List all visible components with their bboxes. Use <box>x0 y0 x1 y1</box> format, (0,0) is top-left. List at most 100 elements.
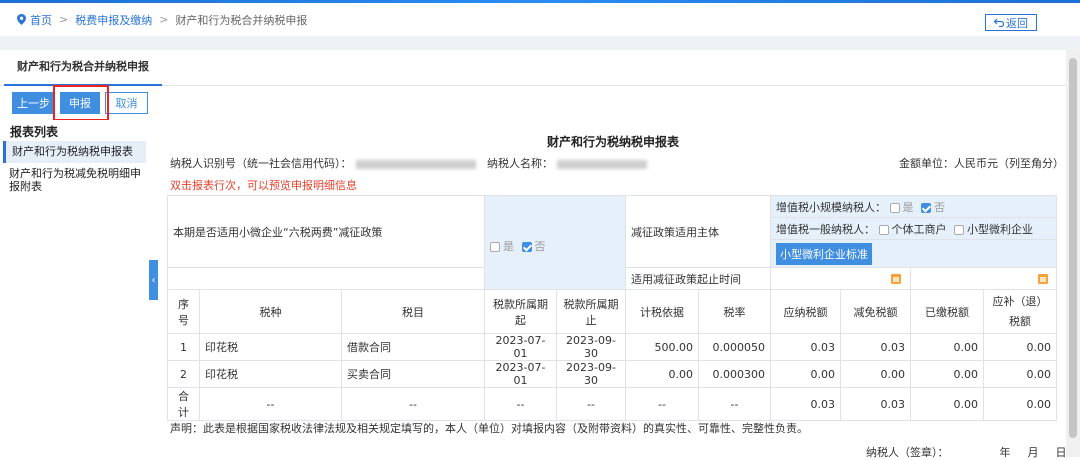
cell-tax-refund-due: 0.00 <box>983 333 1057 361</box>
sidebar-collapse-handle[interactable]: ‹ <box>149 260 158 300</box>
calendar-icon[interactable] <box>1037 274 1048 284</box>
small-micro-checkbox[interactable] <box>954 224 964 235</box>
cell-tax-paid: 0.00 <box>910 333 984 361</box>
cell-tax-payable: 0.00 <box>770 360 841 388</box>
tab-property-behavior-tax[interactable]: 财产和行为税合并纳税申报 <box>4 50 162 86</box>
breadcrumb-separator: > <box>59 13 69 26</box>
period-label-cell: 适用减征政策起止时间 <box>625 267 771 290</box>
period-spacer-cell <box>167 267 485 290</box>
small-micro-standard-button[interactable]: 小型微利企业标准 <box>776 242 872 265</box>
breadcrumb-tax-filing[interactable]: 税费申报及缴纳 <box>75 12 152 28</box>
sidebar-item-reduction-schedule[interactable]: 财产和行为税减免税明细申报附表 <box>9 167 144 193</box>
general-taxpayer-cell: 增值税一般纳税人： 个体工商户 小型微利企业 <box>770 217 1057 240</box>
sidebar-item-tax-return[interactable]: 财产和行为税纳税申报表 <box>3 141 146 163</box>
policy-no-checkbox[interactable] <box>521 242 532 252</box>
header-period-end: 税款所属期止 <box>556 289 626 334</box>
taxpayer-id-line: 纳税人识别号（统一社会信用代码）： <box>170 155 476 171</box>
table-row[interactable]: 1 印花税 借款合同 2023-07-01 2023-09-30 500.00 … <box>167 333 1057 361</box>
small-micro-label: 小型微利企业 <box>967 222 1033 236</box>
previous-step-button[interactable]: 上一步 <box>12 92 55 114</box>
header-period-start: 税款所属期起 <box>484 289 557 334</box>
location-pin-icon <box>17 14 26 25</box>
cell-total-empty: -- <box>698 387 771 421</box>
header-tax-refund-due: 应补（退）税额 <box>983 289 1057 334</box>
signature-label: 纳税人（签章）： <box>866 446 949 459</box>
policy-question-cell: 本期是否适用小微企业“六税两费”减征政策 <box>167 195 485 268</box>
report-list-sidebar: 报表列表 财产和行为税纳税申报表 财产和行为税减免税明细申报附表 <box>0 120 148 457</box>
cell-total-empty: -- <box>199 387 342 421</box>
small-scale-no-checkbox[interactable] <box>921 202 931 213</box>
signature-line: 纳税人（签章）： 年 月 日 <box>866 444 1067 460</box>
cell-total-empty: -- <box>625 387 699 421</box>
small-scale-yes-label: 是 <box>902 200 914 214</box>
individual-label: 个体工商户 <box>891 222 947 236</box>
subject-label: 减征政策适用主体 <box>631 225 719 239</box>
cell-tax-rate: 0.000050 <box>698 333 771 361</box>
tax-return-table: 本期是否适用小微企业“六税两费”减征政策 是 否 减征政策适用主体 增值税小规模… <box>167 195 1057 421</box>
total-row: 合计 -- -- -- -- -- -- 0.03 0.03 0.00 0.00 <box>167 387 1057 421</box>
period-end-cell[interactable] <box>910 267 1057 290</box>
cell-seq: 2 <box>167 360 200 388</box>
cell-total-empty: -- <box>556 387 626 421</box>
header-tax-reduction: 减免税额 <box>840 289 911 334</box>
taxpayer-name-label: 纳税人名称： <box>487 157 553 170</box>
cell-tax-payable: 0.03 <box>770 333 841 361</box>
redacted-taxpayer-id <box>355 159 476 169</box>
cell-tax-basis: 0.00 <box>625 360 699 388</box>
cell-tax-type: 印花税 <box>199 333 342 361</box>
page-gap <box>0 36 1080 50</box>
taxpayer-name-line: 纳税人名称： <box>487 155 647 171</box>
cell-total-label: 合计 <box>167 387 200 421</box>
chevron-left-icon: ‹ <box>151 274 156 286</box>
breadcrumb-home[interactable]: 首页 <box>30 12 52 28</box>
scrollbar-thumb[interactable] <box>1069 58 1077 438</box>
standard-button-cell: 小型微利企业标准 <box>770 239 1057 268</box>
back-button-label: 返回 <box>1006 16 1028 30</box>
cell-period-end: 2023-09-30 <box>556 333 626 361</box>
cell-total-reduction: 0.03 <box>840 387 911 421</box>
table-row[interactable]: 2 印花税 买卖合同 2023-07-01 2023-09-30 0.00 0.… <box>167 360 1057 388</box>
cell-tax-reduction: 0.03 <box>840 333 911 361</box>
preview-hint: 双击报表行次，可以预览申报明细信息 <box>170 179 357 192</box>
policy-no-label: 否 <box>534 240 546 253</box>
calendar-icon[interactable] <box>890 274 901 284</box>
individual-checkbox[interactable] <box>878 224 889 235</box>
policy-question: 本期是否适用小微企业“六税两费”减征政策 <box>173 225 383 239</box>
cell-tax-rate: 0.000300 <box>698 360 771 388</box>
policy-yes-checkbox[interactable] <box>490 242 500 252</box>
cell-total-paid: 0.00 <box>910 387 984 421</box>
cell-seq: 1 <box>167 333 200 361</box>
breadcrumb-current: 财产和行为税合并纳税申报 <box>175 13 308 27</box>
general-taxpayer-label: 增值税一般纳税人： <box>776 222 875 236</box>
report-list-title: 报表列表 <box>10 125 59 139</box>
form-title: 财产和行为税纳税申报表 <box>546 135 679 149</box>
header-tax-type: 税种 <box>199 289 342 334</box>
cell-period-end: 2023-09-30 <box>556 360 626 388</box>
period-start-cell[interactable] <box>770 267 911 290</box>
small-scale-label: 增值税小规模纳税人： <box>776 200 886 214</box>
cancel-button[interactable]: 取消 <box>105 92 148 114</box>
cell-tax-reduction: 0.00 <box>840 360 911 388</box>
cell-total-empty: -- <box>484 387 557 421</box>
taxpayer-id-label: 纳税人识别号（统一社会信用代码）： <box>170 157 352 170</box>
small-scale-cell: 增值税小规模纳税人： 是 否 <box>770 195 1057 218</box>
header-tax-rate: 税率 <box>698 289 771 334</box>
form-content: 财产和行为税纳税申报表 纳税人识别号（统一社会信用代码）： 纳税人名称： 金额单… <box>160 120 1067 460</box>
signature-year: 年 <box>999 446 1011 459</box>
small-scale-yes-checkbox[interactable] <box>889 202 900 213</box>
cell-tax-refund-due: 0.00 <box>983 360 1057 388</box>
back-button[interactable]: 返回 <box>985 14 1037 31</box>
header-tax-payable: 应纳税额 <box>770 289 841 334</box>
cell-tax-paid: 0.00 <box>910 360 984 388</box>
vertical-scrollbar[interactable] <box>1066 50 1080 457</box>
period-label: 适用减征政策起止时间 <box>631 272 741 286</box>
header-tax-basis: 计税依据 <box>625 289 699 334</box>
policy-yes-label: 是 <box>503 240 514 253</box>
cell-period-start: 2023-07-01 <box>484 360 557 388</box>
header-seq: 序号 <box>167 289 200 334</box>
page-title-bar: 财产和行为税合并纳税申报 <box>0 50 1066 86</box>
subject-label-cell: 减征政策适用主体 <box>625 195 771 268</box>
breadcrumb: 首页 > 税费申报及缴纳 > 财产和行为税合并纳税申报 返回 <box>0 3 1080 36</box>
cell-tax-type: 印花税 <box>199 360 342 388</box>
cell-total-empty: -- <box>341 387 485 421</box>
